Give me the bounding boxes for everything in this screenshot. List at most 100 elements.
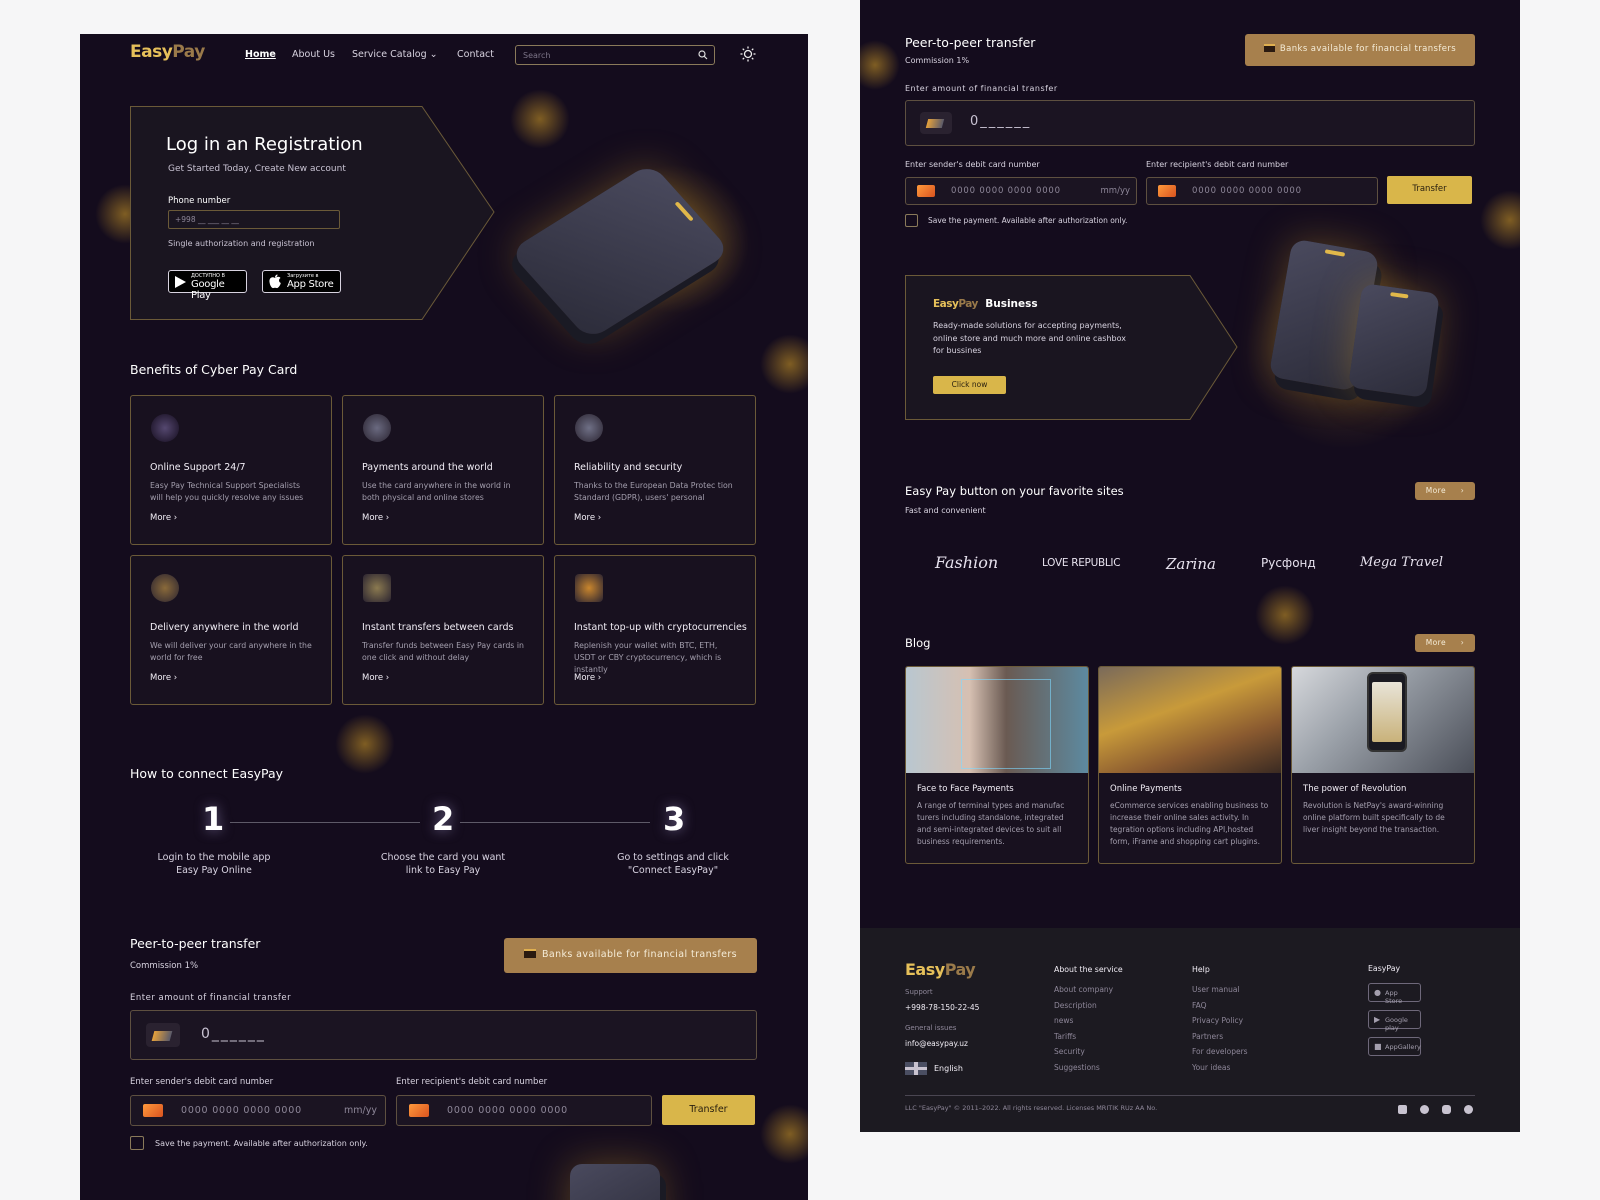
blog-title: Blog (905, 636, 931, 650)
apple-icon: ● (1374, 988, 1381, 997)
blog-card[interactable]: The power of Revolution Revolution is Ne… (1291, 666, 1475, 864)
benefit-more-link[interactable]: More › (150, 513, 177, 523)
footer-link[interactable]: Suggestions (1054, 1063, 1100, 1072)
app-store-badge[interactable]: ● App Store (1368, 983, 1421, 1005)
banks-button[interactable]: Banks available for financial transfers (1245, 34, 1475, 66)
sender-card-input[interactable]: 0000 0000 0000 0000 mm/yy (905, 177, 1137, 205)
decor-glow (510, 89, 570, 149)
benefit-card[interactable]: Reliability and security Thanks to the E… (554, 395, 756, 545)
search-icon[interactable] (698, 50, 708, 60)
google-play-button[interactable]: ДОСТУПНО В Google Play (168, 270, 247, 301)
auth-hint: Single authorization and registration (168, 239, 315, 248)
partner-logo-zarina[interactable]: Zarina (1166, 555, 1216, 573)
amount-input[interactable]: 0______ (130, 1010, 757, 1060)
blog-post-title: Online Payments (1110, 784, 1182, 794)
p2p-title: Peer-to-peer transfer (130, 936, 261, 951)
banks-button[interactable]: Banks available for financial transfers (504, 938, 757, 973)
app-store-button[interactable]: Загрузите в App Store (262, 270, 341, 293)
benefit-title: Instant top-up with cryptocurrencies (574, 622, 747, 633)
footer-link[interactable]: Privacy Policy (1192, 1016, 1243, 1025)
benefit-card[interactable]: Delivery anywhere in the world We will d… (130, 555, 332, 705)
google-play-badge[interactable]: ▶ Google play (1368, 1010, 1421, 1032)
partner-logo-love-republic[interactable]: LOVE REPUBLIC (1042, 557, 1121, 569)
footer-link[interactable]: About company (1054, 985, 1113, 994)
sites-more-button[interactable]: More › (1415, 482, 1475, 500)
wallet-icon (575, 574, 603, 602)
search-input[interactable]: Search (515, 45, 715, 65)
app-gallery-badge[interactable]: ■ AppGallery (1368, 1037, 1421, 1056)
sites-title: Easy Pay button on your favorite sites (905, 484, 1124, 498)
blog-more-button[interactable]: More › (1415, 634, 1475, 652)
partner-logo-fashion[interactable]: Fashion (935, 553, 998, 572)
benefit-more-link[interactable]: More › (574, 513, 601, 523)
benefit-more-link[interactable]: More › (362, 673, 389, 683)
transfer-button[interactable]: Transfer (662, 1095, 755, 1125)
sites-subtitle: Fast and convenient (905, 506, 986, 515)
footer-link[interactable]: Description (1054, 1001, 1097, 1010)
facebook-icon[interactable] (1420, 1105, 1429, 1114)
phone-input[interactable]: +998 __ ___ __ __ (168, 210, 340, 229)
transfer-button[interactable]: Transfer (1387, 176, 1472, 204)
chevron-down-icon: ⌄ (429, 49, 438, 60)
theme-toggle-sun-icon[interactable] (740, 46, 756, 62)
footer-link[interactable]: news (1054, 1016, 1073, 1025)
footer-link[interactable]: User manual (1192, 985, 1240, 994)
save-payment-checkbox[interactable] (905, 214, 918, 227)
card-icon (1158, 185, 1176, 197)
sender-card-input[interactable]: 0000 0000 0000 0000 mm/yy (130, 1095, 386, 1126)
instagram-icon[interactable] (1442, 1105, 1451, 1114)
benefit-card[interactable]: Instant transfers between cards Transfer… (342, 555, 544, 705)
step-connector (460, 822, 650, 823)
benefit-card[interactable]: Payments around the world Use the card a… (342, 395, 544, 545)
benefit-card[interactable]: Instant top-up with cryptocurrencies Rep… (554, 555, 756, 705)
connect-title: How to connect EasyPay (130, 766, 284, 781)
youtube-icon[interactable] (1398, 1105, 1407, 1114)
blog-card[interactable]: Face to Face Payments A range of termina… (905, 666, 1089, 864)
benefit-card[interactable]: Online Support 24/7 Easy Pay Technical S… (130, 395, 332, 545)
support-phone[interactable]: +998-78-150-22-45 (905, 1003, 979, 1012)
card-icon (920, 112, 952, 134)
laptop-image (1099, 667, 1281, 773)
footer-link[interactable]: Partners (1192, 1032, 1223, 1041)
expiry-input[interactable]: mm/yy (344, 1105, 377, 1116)
footer-link[interactable]: FAQ (1192, 1001, 1207, 1010)
sender-label: Enter sender's debit card number (905, 160, 1040, 169)
blog-card[interactable]: Online Payments eCommerce services enabl… (1098, 666, 1282, 864)
amount-input[interactable]: 0______ (905, 100, 1475, 146)
nav-about[interactable]: About Us (292, 49, 335, 60)
p2p-commission: Commission 1% (905, 56, 970, 65)
recipient-card-input[interactable]: 0000 0000 0000 0000 (1146, 177, 1378, 205)
benefit-more-link[interactable]: More › (574, 673, 601, 683)
recipient-card-input[interactable]: 0000 0000 0000 0000 (396, 1095, 652, 1126)
nav-contact[interactable]: Contact (457, 49, 494, 60)
footer-link[interactable]: Your ideas (1192, 1063, 1230, 1072)
language-selector[interactable]: English (934, 1064, 963, 1073)
footer-link[interactable]: For developers (1192, 1047, 1248, 1056)
chevron-right-icon: › (385, 513, 390, 523)
partner-logo-mega-travel[interactable]: Mega Travel (1360, 555, 1443, 570)
card-icon (917, 185, 935, 197)
business-click-button[interactable]: Click now (933, 376, 1006, 394)
save-payment-checkbox[interactable] (130, 1136, 144, 1150)
p2p-commission: Commission 1% (130, 961, 199, 971)
blog-post-desc: eCommerce services enabling business to … (1110, 801, 1269, 846)
nav-home[interactable]: Home (245, 49, 276, 60)
footer-link[interactable]: Tariffs (1054, 1032, 1076, 1041)
about-service-heading: About the service (1054, 965, 1123, 974)
logo[interactable]: EasyPay (130, 42, 205, 62)
step-label: Go to settings and click "Connect EasyPay… (617, 852, 729, 876)
benefits-title: Benefits of Cyber Pay Card (130, 362, 298, 377)
chevron-right-icon: › (173, 673, 178, 683)
benefit-more-link[interactable]: More › (150, 673, 177, 683)
support-email[interactable]: info@easypay.uz (905, 1039, 968, 1048)
p2p-title: Peer-to-peer transfer (905, 35, 1036, 50)
footer-logo[interactable]: EasyPay (905, 960, 976, 979)
expiry-input[interactable]: mm/yy (1101, 186, 1130, 196)
partner-logo-rusfond[interactable]: Русфонд (1261, 556, 1316, 570)
benefit-title: Payments around the world (362, 462, 493, 473)
benefit-more-link[interactable]: More › (362, 513, 389, 523)
footer-link[interactable]: Security (1054, 1047, 1085, 1056)
telegram-icon[interactable] (1464, 1105, 1473, 1114)
nav-service-catalog[interactable]: Service Catalog ⌄ (352, 49, 438, 60)
benefit-title: Instant transfers between cards (362, 622, 514, 633)
